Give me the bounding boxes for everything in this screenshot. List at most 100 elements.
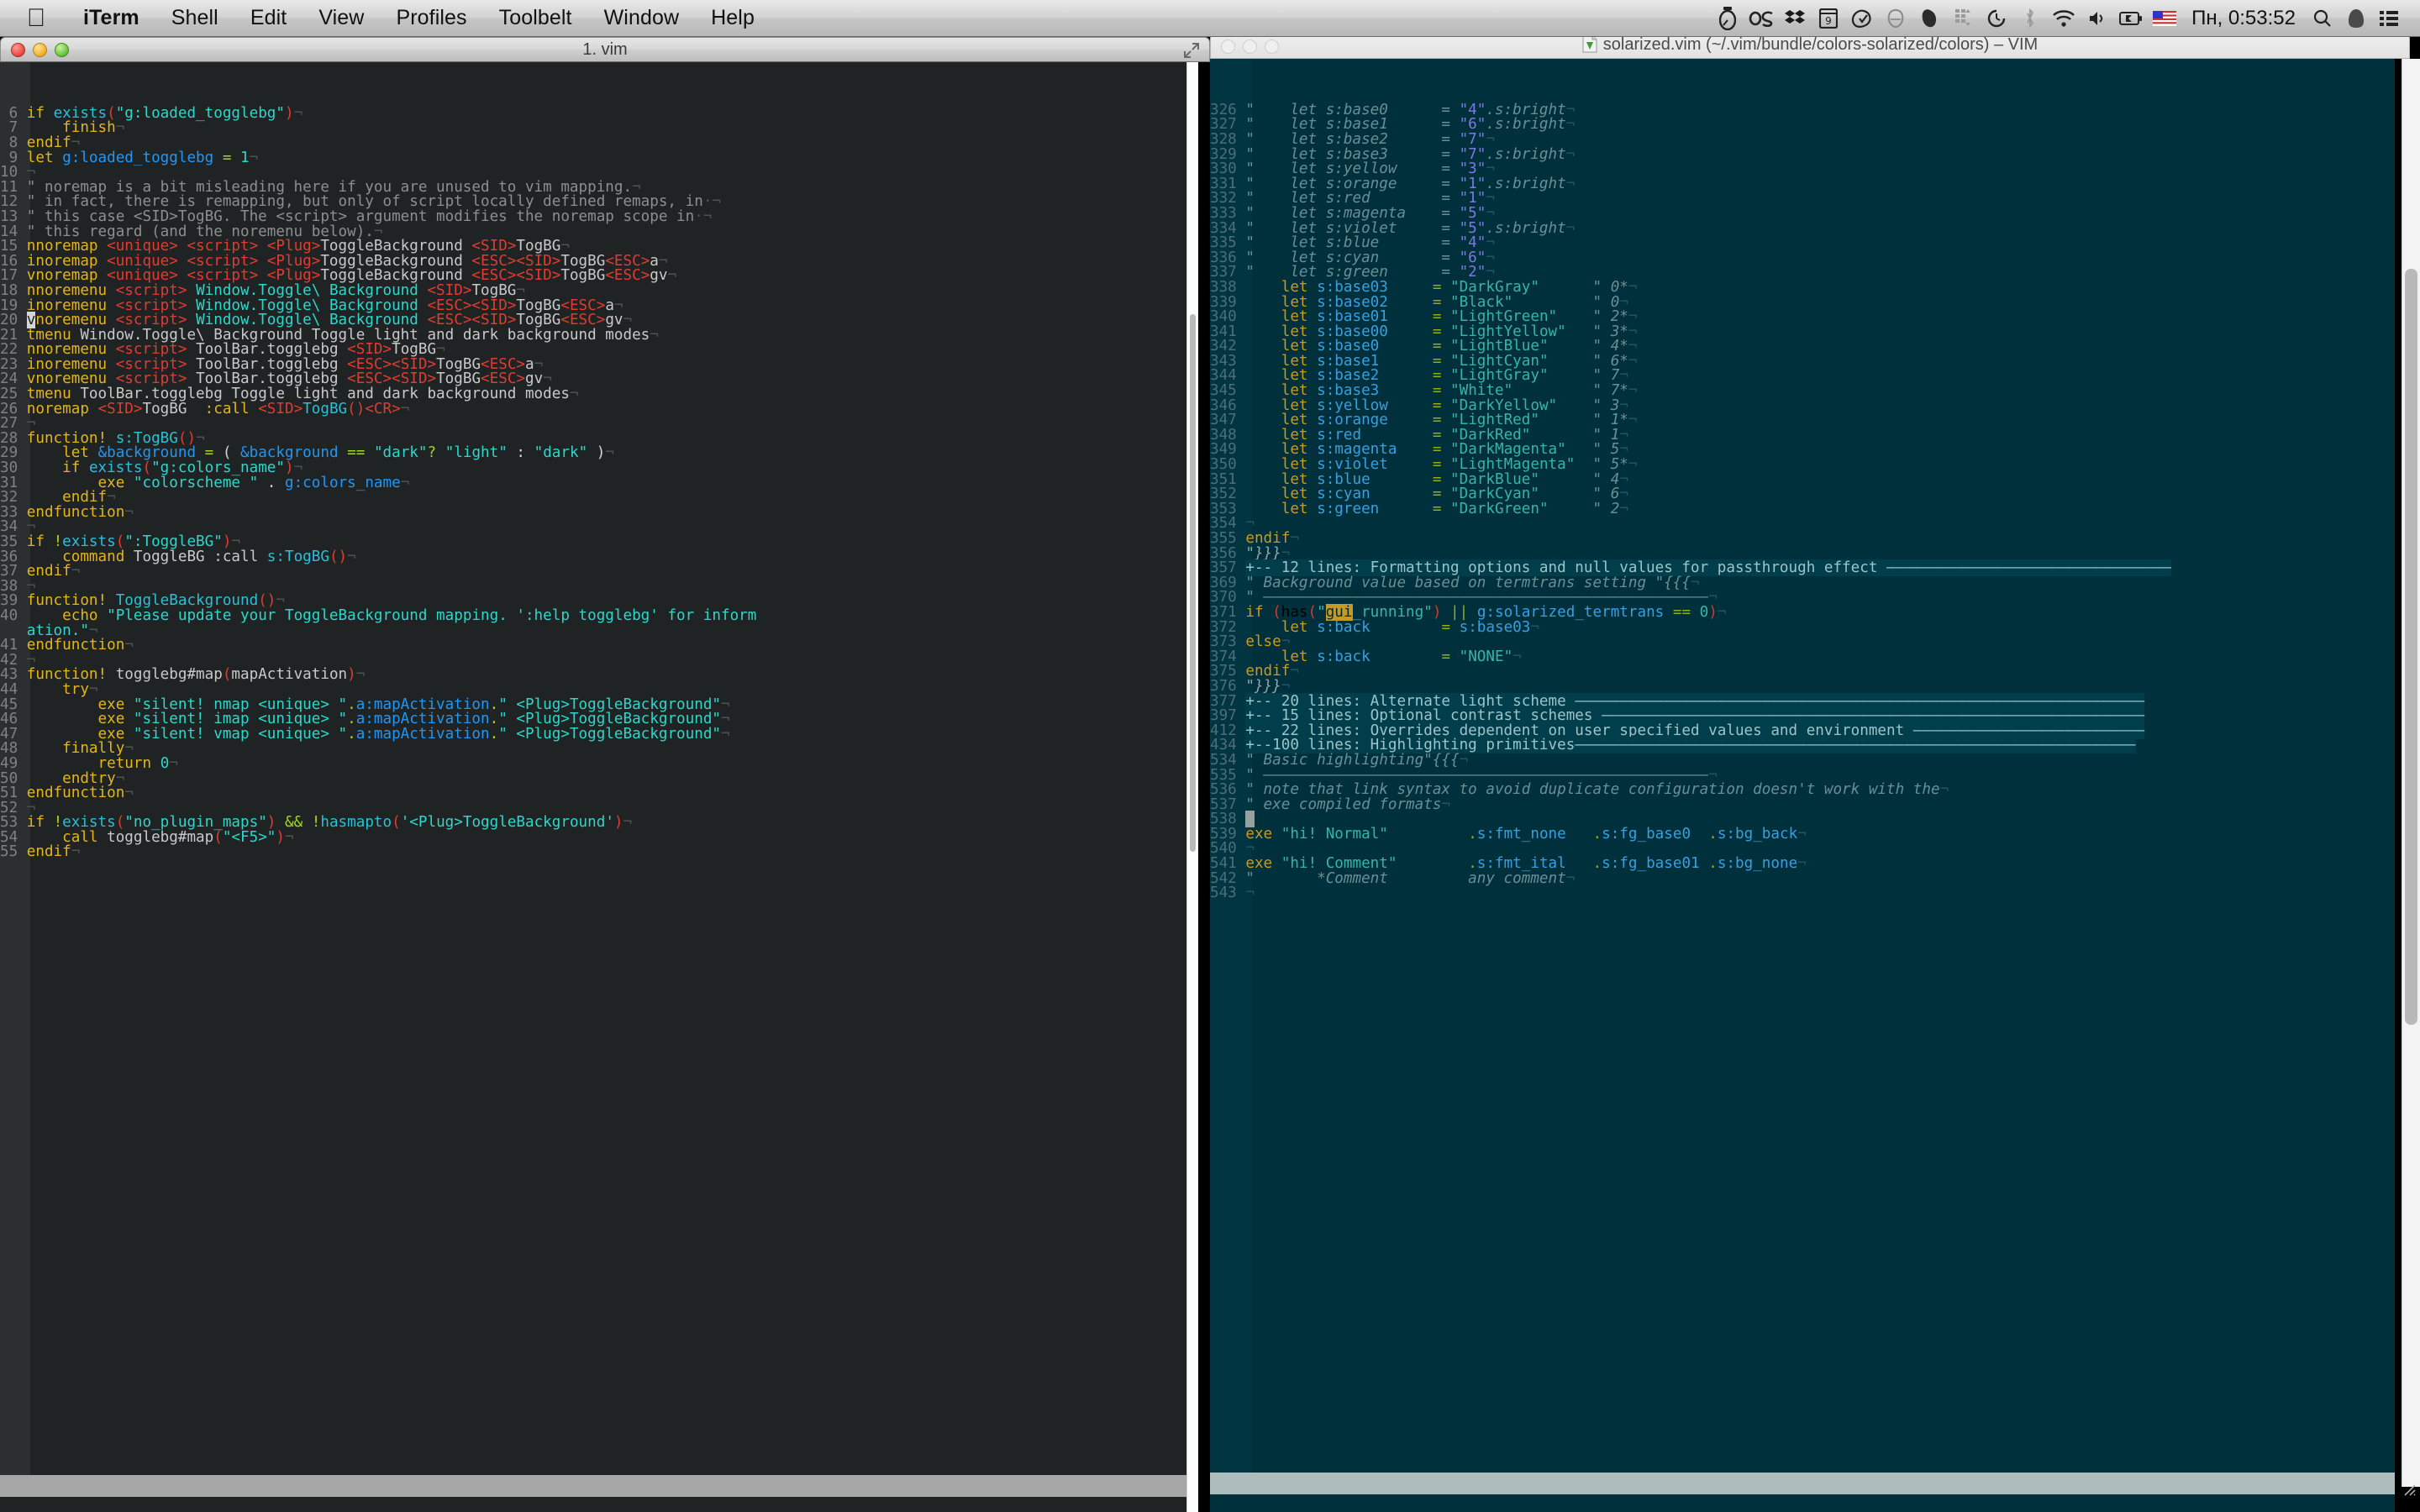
code-line: 537 " exe compiled formats¬ bbox=[1210, 797, 2395, 813]
code-token: ¬ bbox=[605, 444, 614, 462]
code-token: ( bbox=[392, 814, 401, 832]
code-line: 32 endif¬ bbox=[0, 490, 1198, 506]
wifi-icon[interactable] bbox=[2047, 0, 2081, 37]
battery-icon[interactable] bbox=[2114, 0, 2148, 37]
code-token: "g:loaded_togglebg" bbox=[115, 104, 285, 122]
apple-logo-icon[interactable]:  bbox=[24, 5, 49, 32]
code-token: ¬ bbox=[1939, 781, 1949, 799]
left-scrollbar[interactable] bbox=[1186, 62, 1198, 1512]
app-icon[interactable] bbox=[1845, 0, 1879, 37]
code-token: <ESC> bbox=[605, 267, 650, 285]
alfred-icon[interactable] bbox=[2339, 0, 2373, 37]
code-token: .s:bright bbox=[1486, 145, 1566, 163]
code-token: ¬ bbox=[1619, 500, 1628, 517]
left-window-titlebar[interactable]: 1. vim bbox=[0, 37, 1210, 62]
code-token: .s:bright bbox=[1486, 175, 1566, 192]
volume-icon[interactable] bbox=[2081, 0, 2114, 37]
code-line: 41 endfunction¬ bbox=[0, 638, 1198, 654]
left-terminal-filler bbox=[0, 1497, 1198, 1512]
menu-item-shell[interactable]: Shell bbox=[155, 6, 234, 30]
zoom-button[interactable] bbox=[55, 42, 69, 57]
code-token: ¬ bbox=[400, 400, 410, 417]
code-token: " *Comment any comment bbox=[1245, 869, 1566, 887]
zoom-button[interactable] bbox=[1265, 39, 1279, 54]
code-token: == bbox=[347, 444, 366, 462]
code-token: . bbox=[1592, 825, 1602, 843]
resize-grip[interactable] bbox=[2400, 1480, 2418, 1499]
right-vim-content[interactable]: 326 " let s:base0 = "4".s:bright¬ 327 " l… bbox=[1210, 59, 2395, 1473]
right-window-titlebar[interactable]: solarized.vim (~/.vim/bundle/colors-sola… bbox=[1210, 34, 2410, 59]
left-terminal-content[interactable]: 6 if exists("g:loaded_togglebg")¬ 7 fini… bbox=[0, 62, 1198, 1475]
time-machine-icon[interactable] bbox=[1980, 0, 2013, 37]
code-token: ¬ bbox=[721, 725, 730, 743]
code-line: 33 endfunction¬ bbox=[0, 505, 1198, 521]
code-token: ¬ bbox=[124, 637, 134, 654]
code-line: 37 endif¬ bbox=[0, 564, 1198, 580]
code-token: ¬ bbox=[1797, 825, 1807, 843]
code-token: . bbox=[1592, 855, 1602, 873]
code-token: ¬ bbox=[1628, 382, 1638, 400]
right-code-lines: 326 " let s:base0 = "4".s:bright¬ 327 " l… bbox=[1210, 102, 2395, 901]
code-token: .s:bright bbox=[1486, 219, 1566, 237]
notification-center-icon[interactable] bbox=[2373, 0, 2407, 37]
bluetooth-icon[interactable] bbox=[2013, 0, 2047, 37]
code-token: ¬ bbox=[1565, 116, 1576, 134]
menu-item-view[interactable]: View bbox=[302, 6, 380, 30]
os-icon[interactable] bbox=[1744, 0, 1778, 37]
menu-bar-clock[interactable]: Пн, 0:53:52 bbox=[2181, 7, 2306, 30]
right-scrollbar-thumb[interactable] bbox=[2405, 269, 2417, 1025]
left-scrollbar-thumb[interactable] bbox=[1190, 314, 1196, 852]
spotlight-search-icon[interactable] bbox=[2306, 0, 2339, 37]
minimize-button[interactable] bbox=[33, 42, 47, 57]
code-token: () bbox=[347, 400, 366, 417]
code-token: ) bbox=[1708, 603, 1718, 621]
code-token: ¬ bbox=[284, 828, 294, 846]
menu-item-edit[interactable]: Edit bbox=[234, 6, 302, 30]
code-token: ¬ bbox=[71, 843, 81, 861]
code-line: 26 noremap <SID>TogBG :call <SID>TogBG()… bbox=[0, 402, 1198, 417]
left-terminal-window[interactable]: 1. vim 6 if exists("g:loaded_togglebg")¬… bbox=[0, 37, 1210, 1512]
right-traffic-lights[interactable] bbox=[1211, 39, 1279, 54]
code-token: .s:bright bbox=[1486, 116, 1566, 134]
evernote-icon[interactable] bbox=[1912, 0, 1946, 37]
code-token: ¬ bbox=[355, 666, 366, 684]
code-line: 55 endif¬ bbox=[0, 845, 1198, 860]
menu-item-toolbelt[interactable]: Toolbelt bbox=[483, 6, 588, 30]
menu-item-profiles[interactable]: Profiles bbox=[380, 6, 482, 30]
code-line: 47 exe "silent! vmap <unique> ".a:mapAct… bbox=[0, 727, 1198, 743]
right-scrollbar[interactable] bbox=[2402, 59, 2420, 1487]
menu-item-iterm[interactable]: iTerm bbox=[67, 6, 155, 30]
right-vim-window[interactable]: solarized.vim (~/.vim/bundle/colors-sola… bbox=[1210, 34, 2420, 1512]
minimize-button[interactable] bbox=[1243, 39, 1257, 54]
code-token: TogBG bbox=[560, 267, 606, 285]
day-o-calendar-icon[interactable]: 9 bbox=[1812, 0, 1845, 37]
code-line: 48 finally¬ bbox=[0, 742, 1198, 757]
code-token: a:mapActivation bbox=[355, 725, 490, 743]
us-flag-icon[interactable] bbox=[2148, 0, 2181, 37]
menu-item-help[interactable]: Help bbox=[695, 6, 771, 30]
code-line: 539 exe "hi! Normal" .s:fmt_none .s:fg_b… bbox=[1210, 827, 2395, 843]
left-traffic-lights[interactable] bbox=[1, 42, 69, 57]
timer-icon[interactable] bbox=[1711, 0, 1744, 37]
code-line: ation."¬ bbox=[0, 623, 1198, 639]
code-token: endfunction bbox=[26, 637, 125, 654]
menu-item-window[interactable]: Window bbox=[588, 6, 696, 30]
dropbox-icon[interactable] bbox=[1778, 0, 1812, 37]
close-button[interactable] bbox=[1221, 39, 1235, 54]
code-token: "}}} bbox=[1245, 677, 1281, 695]
code-token: togglebg#map bbox=[115, 666, 223, 684]
code-token: endfunction bbox=[26, 785, 125, 802]
code-token: ¬ bbox=[1628, 412, 1638, 429]
fullscreen-icon[interactable] bbox=[1182, 41, 1201, 60]
code-token: "silent! vmap <unique> " bbox=[133, 725, 348, 743]
code-token: ¬ bbox=[623, 814, 633, 832]
code-token: == bbox=[1672, 603, 1691, 621]
ghost-icon[interactable] bbox=[1879, 0, 1912, 37]
code-token: ( bbox=[213, 828, 223, 846]
grid-icon[interactable] bbox=[1946, 0, 1980, 37]
right-status-bar: [solarized.vim] <s/dymv/.vim/bundle/colo… bbox=[1210, 1473, 2395, 1512]
code-token: g:loaded_togglebg bbox=[62, 149, 214, 166]
code-token: ¬ bbox=[1565, 869, 1576, 887]
close-button[interactable] bbox=[11, 42, 25, 57]
